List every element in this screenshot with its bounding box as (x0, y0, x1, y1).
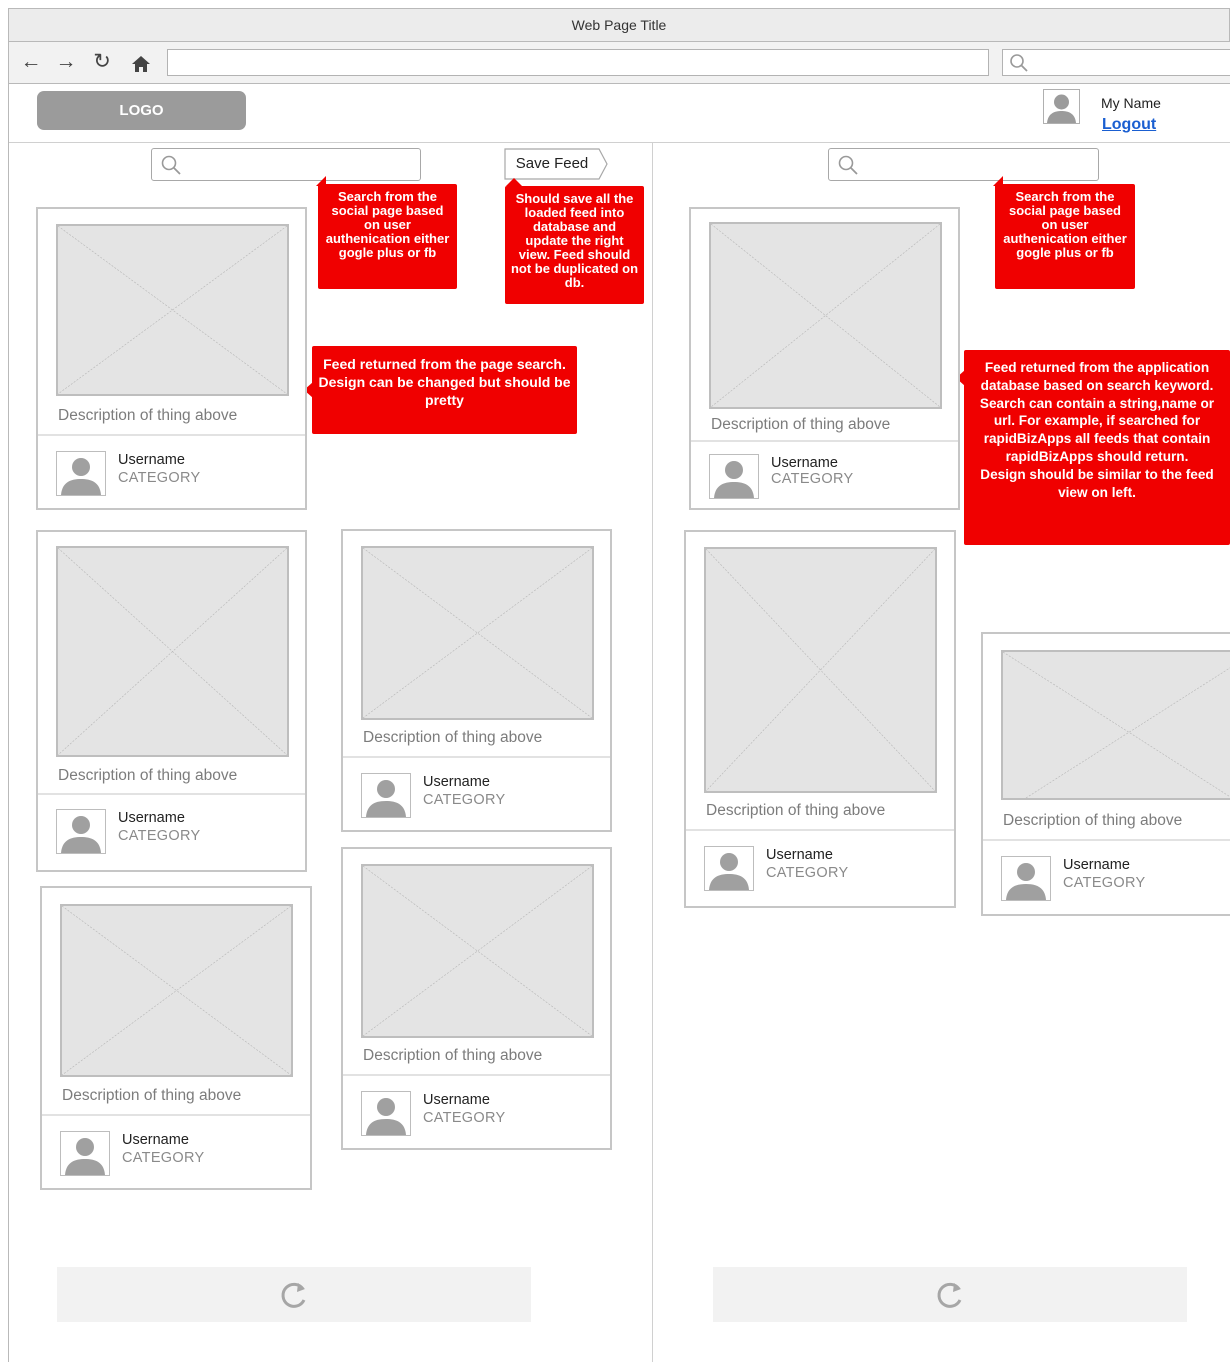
card-username[interactable]: Username (766, 847, 833, 863)
forward-arrow-icon[interactable]: → (53, 50, 79, 76)
feed-card[interactable]: Description of thing above Username CATE… (341, 847, 612, 1150)
card-divider (983, 839, 1230, 841)
card-category: CATEGORY (766, 865, 849, 881)
save-feed-button[interactable]: Save Feed (504, 148, 600, 180)
card-category: CATEGORY (118, 828, 201, 844)
card-username[interactable]: Username (423, 774, 490, 790)
column-divider (652, 142, 653, 1362)
card-description: Description of thing above (1003, 812, 1183, 829)
user-name: My Name (1101, 95, 1161, 111)
annotation-feed-right: Feed returned from the application datab… (964, 350, 1230, 545)
card-description: Description of thing above (363, 1047, 543, 1064)
load-more-button-right[interactable] (713, 1267, 1187, 1322)
card-category: CATEGORY (122, 1150, 205, 1166)
card-username[interactable]: Username (1063, 857, 1130, 873)
card-username[interactable]: Username (122, 1132, 189, 1148)
image-placeholder (361, 864, 594, 1038)
reload-icon[interactable]: ↻ (89, 50, 115, 76)
logout-link[interactable]: Logout (1102, 116, 1156, 134)
reload-icon (937, 1282, 962, 1308)
reload-icon (281, 1282, 306, 1308)
avatar-icon (361, 773, 411, 818)
logo[interactable]: LOGO (37, 91, 246, 130)
feed-card[interactable]: Description of thing above Username CATE… (689, 207, 960, 510)
avatar-icon (709, 454, 759, 499)
avatar-icon (56, 451, 106, 496)
load-more-button-left[interactable] (57, 1267, 531, 1322)
card-username[interactable]: Username (118, 452, 185, 468)
window-title: Web Page Title (571, 17, 667, 33)
image-placeholder (709, 222, 942, 409)
image-placeholder (1001, 650, 1230, 800)
feed-card[interactable]: Description of thing above Username CATE… (36, 207, 307, 510)
image-placeholder (60, 904, 293, 1077)
avatar-icon (1001, 856, 1051, 901)
card-description: Description of thing above (58, 407, 238, 424)
card-username[interactable]: Username (771, 455, 838, 471)
image-placeholder (56, 224, 289, 396)
image-placeholder (56, 546, 289, 757)
search-icon (838, 155, 858, 175)
avatar-icon (704, 846, 754, 891)
window-title-bar: Web Page Title (8, 8, 1230, 42)
annotation-feed-left: Feed returned from the page search. Desi… (312, 346, 577, 434)
annotation-save-feed: Should save all the loaded feed into dat… (505, 186, 644, 304)
card-divider (42, 1114, 310, 1116)
card-divider (343, 1074, 610, 1076)
feed-card[interactable]: Description of thing above Username CATE… (981, 632, 1230, 916)
right-search-input[interactable] (828, 148, 1099, 181)
feed-card[interactable]: Description of thing above Username CATE… (684, 530, 956, 908)
back-arrow-icon[interactable]: ← (18, 50, 44, 76)
card-category: CATEGORY (1063, 875, 1146, 891)
annotation-search-right: Search from the social page based on use… (995, 184, 1135, 289)
card-divider (686, 829, 954, 831)
card-category: CATEGORY (118, 470, 201, 486)
search-icon (1010, 54, 1028, 72)
avatar-icon (60, 1131, 110, 1176)
card-divider (691, 440, 958, 442)
card-username[interactable]: Username (423, 1092, 490, 1108)
feed-card[interactable]: Description of thing above Username CATE… (341, 529, 612, 832)
avatar-icon (361, 1091, 411, 1136)
card-category: CATEGORY (771, 471, 854, 487)
image-placeholder (704, 547, 937, 793)
header-divider (9, 142, 1230, 143)
feed-card[interactable]: Description of thing above Username CATE… (40, 886, 312, 1190)
home-icon[interactable] (128, 50, 154, 76)
search-icon (161, 155, 181, 175)
card-description: Description of thing above (62, 1087, 242, 1104)
url-bar[interactable] (167, 49, 989, 76)
card-description: Description of thing above (711, 416, 891, 433)
card-description: Description of thing above (363, 729, 543, 746)
avatar-icon (56, 809, 106, 854)
note-pointer (506, 178, 522, 186)
card-divider (343, 756, 610, 758)
card-category: CATEGORY (423, 1110, 506, 1126)
card-category: CATEGORY (423, 792, 506, 808)
left-search-input[interactable] (151, 148, 421, 181)
card-username[interactable]: Username (118, 810, 185, 826)
card-description: Description of thing above (58, 767, 238, 784)
card-description: Description of thing above (706, 802, 886, 819)
card-divider (38, 793, 305, 795)
user-avatar-icon (1043, 89, 1080, 124)
annotation-search-left: Search from the social page based on use… (318, 184, 457, 289)
card-divider (38, 434, 305, 436)
feed-card[interactable]: Description of thing above Username CATE… (36, 530, 307, 872)
browser-search-input[interactable] (1002, 49, 1230, 76)
image-placeholder (361, 546, 594, 720)
